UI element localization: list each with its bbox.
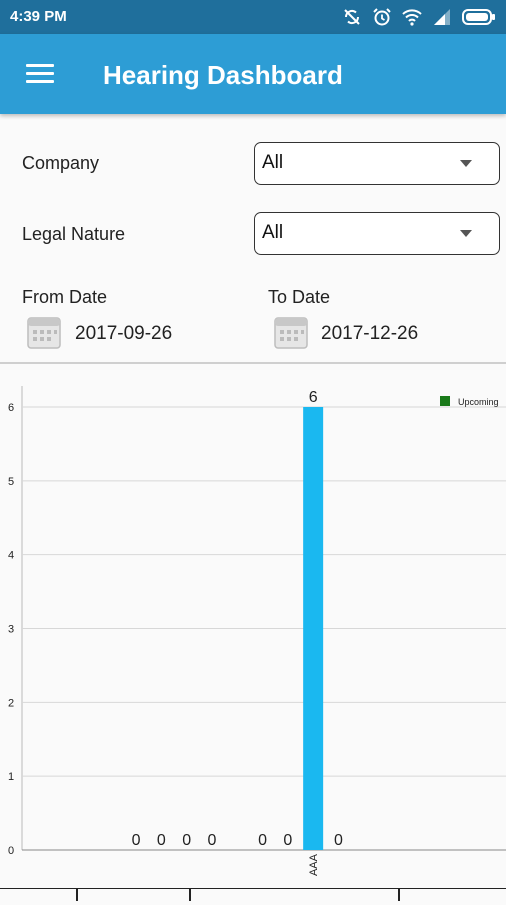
data-label: 0 [334, 832, 343, 849]
calendar-icon[interactable] [27, 316, 61, 349]
legal-nature-select[interactable]: All [254, 212, 500, 255]
data-label: 6 [309, 389, 318, 406]
battery-icon [462, 9, 495, 25]
to-date-label: To Date [268, 287, 331, 307]
alarm-icon [373, 8, 391, 26]
chevron-down-icon [460, 230, 472, 237]
legal-nature-select-value: All [262, 222, 284, 243]
data-label: 0 [132, 832, 141, 849]
page-title: Hearing Dashboard [103, 60, 343, 90]
hamburger-menu-icon[interactable] [26, 64, 54, 84]
from-date-label: From Date [22, 287, 108, 307]
data-label: 0 [258, 832, 267, 849]
company-select[interactable]: All [254, 142, 500, 185]
chevron-down-icon [460, 160, 472, 167]
y-tick-label: 6 [8, 402, 14, 414]
y-tick-label: 3 [8, 624, 14, 636]
status-icons [342, 7, 496, 27]
status-time: 4:39 PM [10, 8, 67, 25]
data-label: 0 [157, 832, 166, 849]
y-tick-label: 5 [8, 476, 14, 488]
table-header [0, 888, 506, 901]
app-bar: Hearing Dashboard [0, 34, 506, 114]
y-tick-label: 1 [8, 771, 14, 783]
y-tick-label: 0 [8, 845, 14, 857]
signal-icon [434, 9, 450, 25]
sync-off-icon [344, 9, 360, 25]
y-tick-label: 4 [8, 550, 14, 562]
data-label: 0 [182, 832, 191, 849]
from-date-value[interactable]: 2017-09-26 [75, 323, 172, 345]
table-column-separator [398, 889, 400, 901]
chart-area: 0 1 2 3 4 5 6 0 0 0 0 0 0 6 AAA 0 Upcoming [0, 364, 506, 900]
status-bar: 4:39 PM [0, 0, 506, 34]
legal-nature-label: Legal Nature [22, 224, 126, 244]
wifi-icon [402, 9, 422, 26]
y-tick-label: 2 [8, 697, 14, 709]
table-column-separator [76, 889, 78, 901]
company-label: Company [22, 153, 100, 173]
company-select-value: All [262, 152, 284, 173]
legend-label: Upcoming [458, 397, 499, 407]
calendar-icon[interactable] [274, 316, 308, 349]
data-label: 0 [207, 832, 216, 849]
table-column-separator [189, 889, 191, 901]
legend-swatch [440, 396, 450, 406]
bar [303, 407, 324, 850]
x-tick-label: AAA [308, 853, 320, 876]
hearing-bar-chart: 01234560 0 0 0 0 06AAA0Upcoming [8, 386, 506, 876]
to-date-value[interactable]: 2017-12-26 [321, 323, 418, 345]
data-label: 0 [283, 832, 292, 849]
